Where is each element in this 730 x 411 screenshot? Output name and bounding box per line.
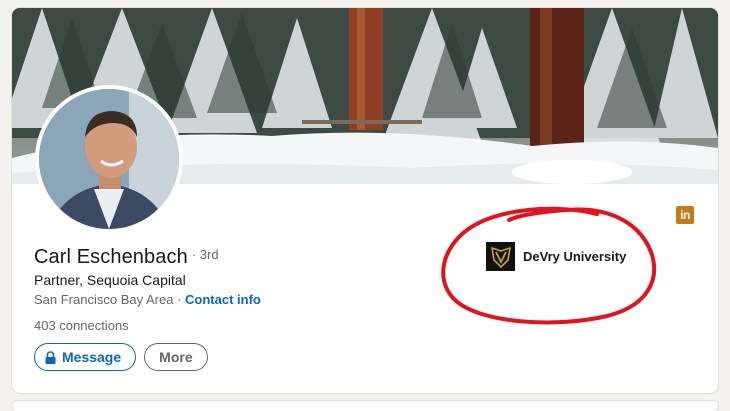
school-name: DeVry University bbox=[523, 249, 627, 264]
profile-headline: Partner, Sequoia Capital bbox=[34, 272, 186, 288]
profile-card: Carl Eschenbach · 3rd Partner, Sequoia C… bbox=[12, 8, 718, 393]
lock-icon bbox=[45, 350, 56, 364]
location-row: San Francisco Bay Area · Contact info bbox=[34, 292, 261, 307]
profile-location: San Francisco Bay Area bbox=[34, 292, 174, 307]
message-button[interactable]: Message bbox=[34, 343, 137, 371]
contact-info-link[interactable]: Contact info bbox=[185, 292, 261, 307]
profile-avatar[interactable] bbox=[35, 85, 183, 233]
connection-degree: · 3rd bbox=[191, 247, 219, 262]
profile-name: Carl Eschenbach bbox=[34, 246, 188, 268]
more-button[interactable]: More bbox=[144, 343, 208, 371]
devry-shield-icon bbox=[486, 242, 515, 271]
message-button-label: Message bbox=[62, 349, 122, 365]
action-buttons: Message More bbox=[34, 343, 208, 371]
more-button-label: More bbox=[159, 349, 193, 365]
linkedin-icon: in bbox=[676, 206, 694, 224]
location-separator: · bbox=[173, 292, 186, 307]
name-row: Carl Eschenbach · 3rd bbox=[34, 246, 219, 269]
education-school[interactable]: DeVry University bbox=[486, 242, 626, 271]
connections-count: 403 connections bbox=[34, 318, 129, 333]
